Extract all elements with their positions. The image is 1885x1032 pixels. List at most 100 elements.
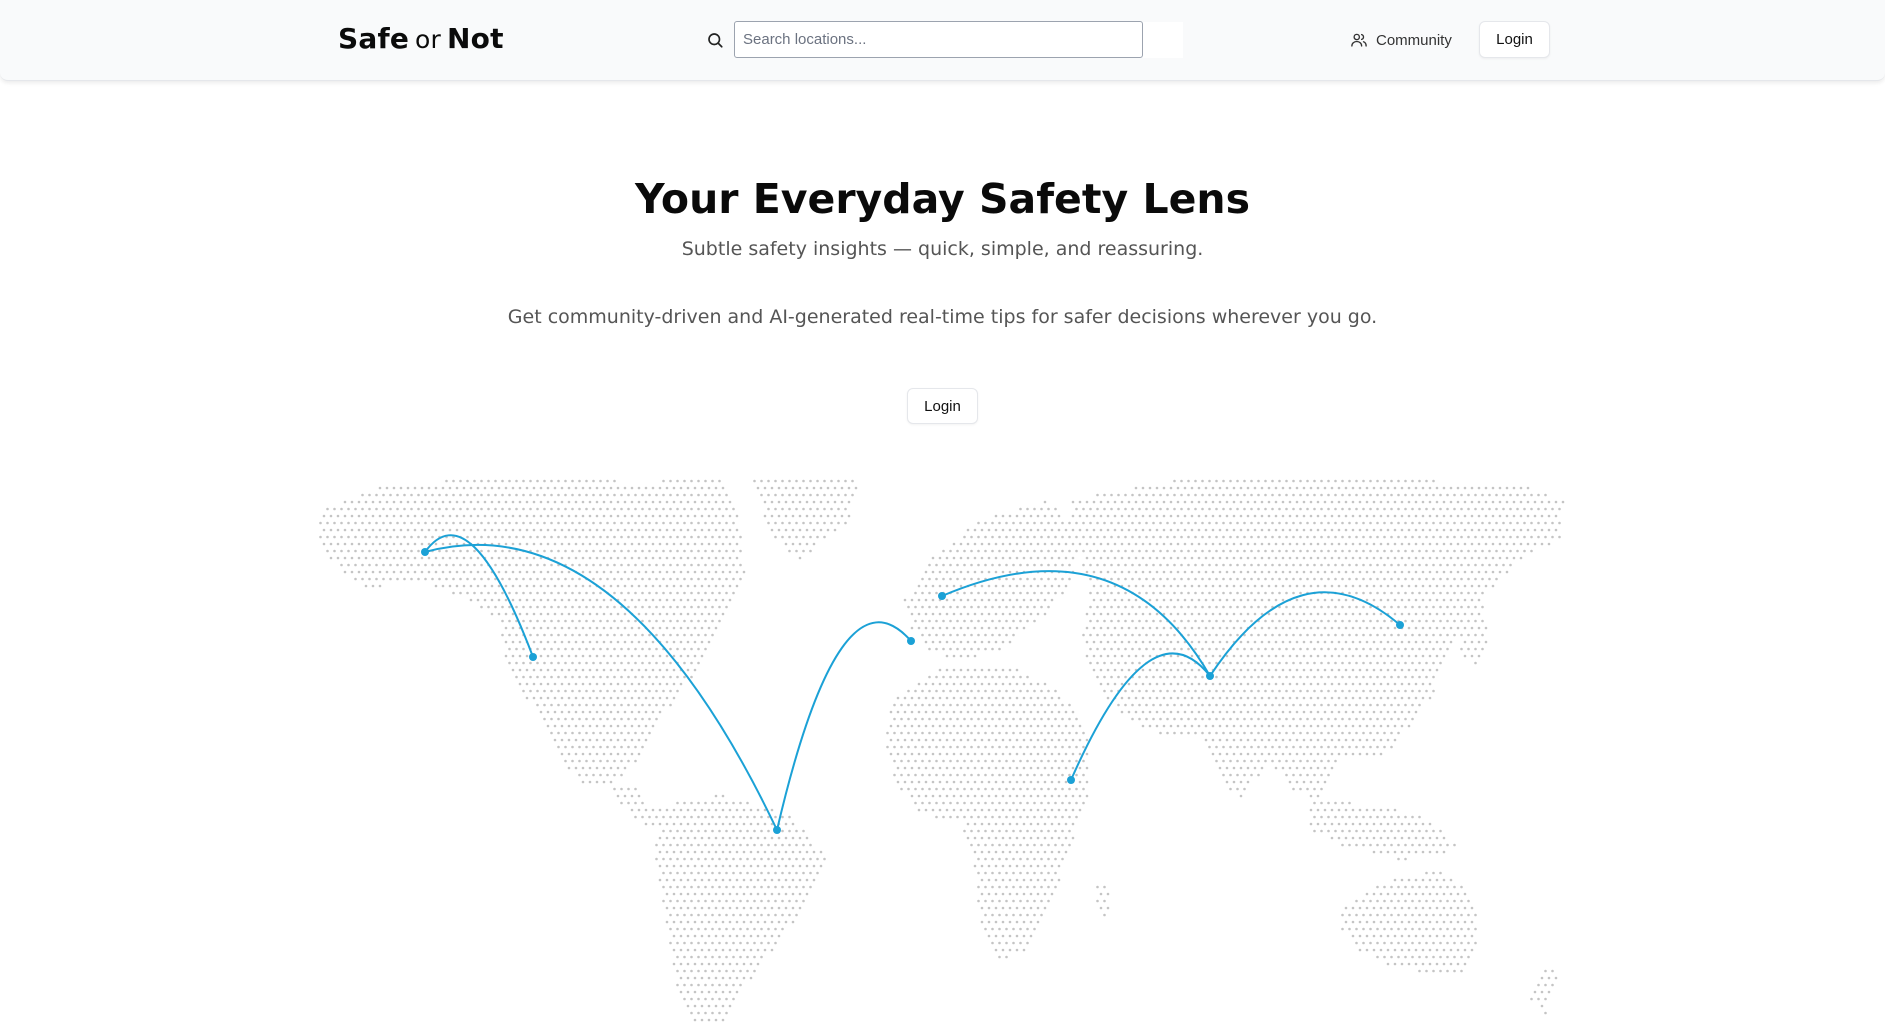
- map-dot: [924, 696, 928, 700]
- map-dot: [1334, 801, 1337, 805]
- map-dot: [959, 598, 963, 602]
- map-dot: [1096, 633, 1099, 637]
- map-dot: [959, 570, 963, 574]
- map-dot: [910, 794, 914, 798]
- map-dot: [1001, 542, 1005, 546]
- map-dot: [1138, 633, 1141, 637]
- map-dot: [620, 577, 623, 581]
- map-dot: [644, 486, 648, 490]
- map-dot: [756, 486, 760, 490]
- map-dot: [347, 563, 350, 567]
- map-dot: [1460, 633, 1463, 637]
- map-dot: [1379, 822, 1383, 826]
- map-dot: [1166, 563, 1169, 567]
- map-dot: [469, 570, 473, 574]
- map-dot: [1015, 598, 1019, 602]
- map-dot: [1050, 528, 1054, 532]
- map-dot: [564, 675, 567, 679]
- map-dot: [1183, 612, 1187, 616]
- map-dot: [1236, 759, 1239, 763]
- map-dot: [1071, 822, 1075, 826]
- community-link[interactable]: Community: [1350, 26, 1452, 54]
- map-dot: [1302, 486, 1306, 490]
- map-dot: [1362, 521, 1365, 525]
- map-dot: [1197, 514, 1201, 518]
- map-dot: [588, 486, 592, 490]
- map-dot: [627, 731, 630, 735]
- map-dot: [550, 549, 553, 553]
- map-dot: [553, 668, 557, 672]
- map-dot: [1327, 675, 1330, 679]
- map-dot: [1001, 598, 1005, 602]
- map-dot: [742, 822, 746, 826]
- map-dot: [984, 535, 987, 539]
- map-dot: [1484, 500, 1488, 504]
- map-dot: [711, 829, 714, 833]
- map-dot: [693, 808, 697, 812]
- map-dot: [1435, 500, 1439, 504]
- map-dot: [690, 577, 693, 581]
- map-dot: [1435, 570, 1439, 574]
- map-dot: [1421, 570, 1425, 574]
- map-dot: [697, 577, 700, 581]
- map-dot: [910, 780, 914, 784]
- map-dot: [966, 780, 970, 784]
- map-dot: [1295, 528, 1299, 532]
- map-dot: [942, 717, 945, 721]
- map-dot: [1295, 598, 1299, 602]
- map-dot: [1183, 724, 1187, 728]
- map-dot: [627, 577, 630, 581]
- map-dot: [1281, 486, 1285, 490]
- map-dot: [1085, 654, 1089, 658]
- map-dot: [602, 682, 606, 686]
- map-dot: [1120, 612, 1124, 616]
- map-dot: [1446, 633, 1449, 637]
- map-dot: [952, 696, 956, 700]
- search-input[interactable]: [734, 21, 1143, 58]
- map-dot: [1096, 549, 1099, 553]
- map-dot: [1474, 563, 1477, 567]
- map-dot: [683, 577, 686, 581]
- map-dot: [1425, 549, 1428, 553]
- map-dot: [991, 521, 994, 525]
- map-dot: [1428, 542, 1432, 546]
- map-dot: [1071, 556, 1075, 560]
- map-dot: [1470, 598, 1474, 602]
- map-dot: [627, 801, 630, 805]
- map-dot: [1173, 703, 1176, 707]
- map-dot: [585, 493, 588, 497]
- map-dot: [634, 605, 637, 609]
- map-dot: [942, 703, 945, 707]
- map-dot: [1026, 731, 1029, 735]
- map-dot: [585, 759, 588, 763]
- map-dot: [1134, 626, 1138, 630]
- map-dot: [1078, 514, 1082, 518]
- hero-login-button[interactable]: Login: [907, 388, 978, 424]
- map-dot: [704, 801, 707, 805]
- map-dot: [1390, 815, 1393, 819]
- map-dot: [942, 773, 945, 777]
- site-logo[interactable]: Safe or Not: [338, 22, 504, 55]
- map-dot: [1264, 591, 1267, 595]
- map-dot: [546, 668, 550, 672]
- map-dot: [693, 612, 697, 616]
- map-dot: [921, 619, 924, 623]
- search-icon[interactable]: [706, 31, 724, 49]
- map-dot: [970, 675, 973, 679]
- map-dot: [683, 619, 686, 623]
- map-dot: [700, 584, 704, 588]
- map-dot: [1351, 514, 1355, 518]
- map-dot: [662, 563, 665, 567]
- map-dot: [606, 717, 609, 721]
- map-dot: [956, 675, 959, 679]
- map-dot: [403, 535, 406, 539]
- map-dot: [728, 528, 732, 532]
- map-dot: [973, 766, 977, 770]
- map-dot: [795, 507, 798, 511]
- header-login-button[interactable]: Login: [1479, 21, 1550, 58]
- map-dot: [1323, 514, 1327, 518]
- map-dot: [658, 668, 662, 672]
- map-dot: [1341, 507, 1344, 511]
- map-dot: [728, 584, 732, 588]
- map-dot: [522, 521, 525, 525]
